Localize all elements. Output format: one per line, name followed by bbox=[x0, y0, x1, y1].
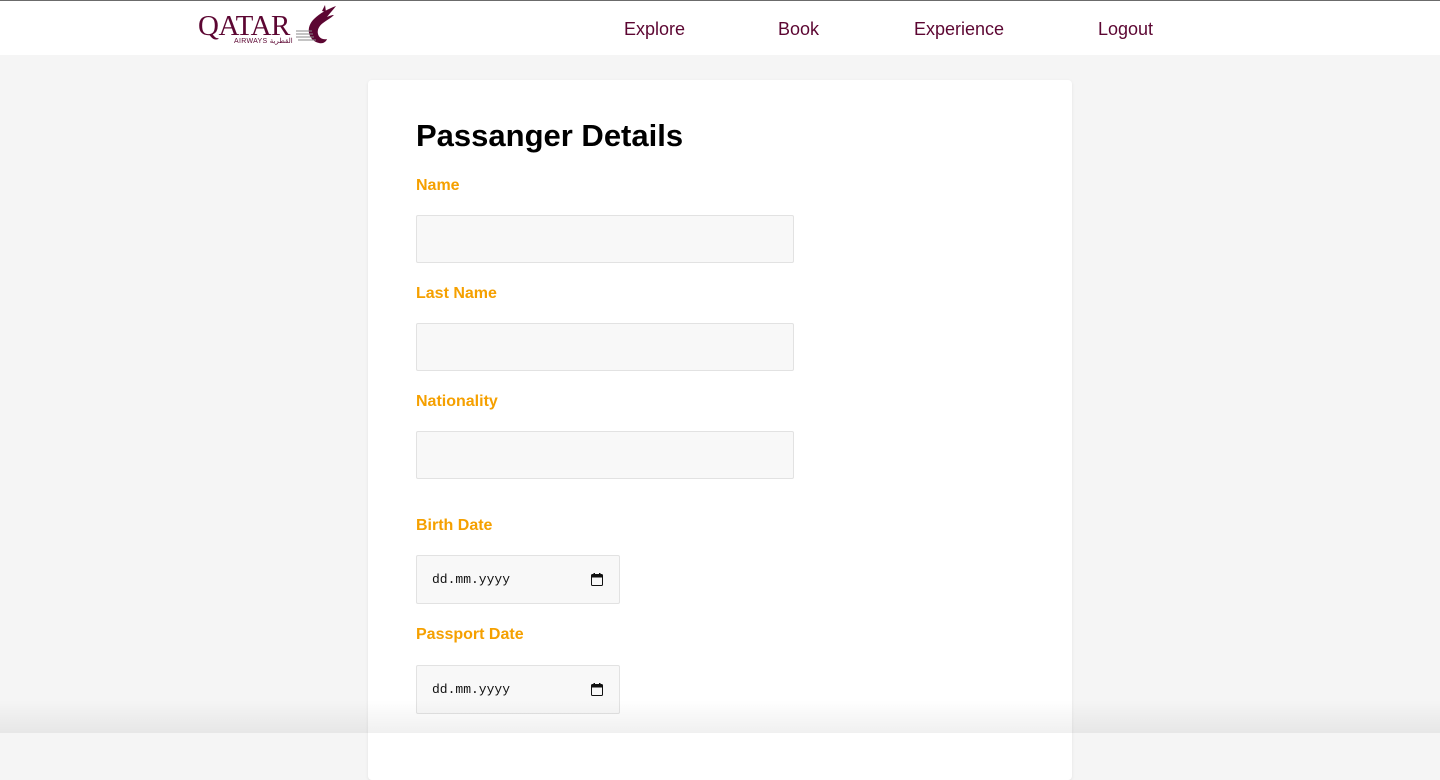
last-name-input[interactable] bbox=[416, 323, 794, 371]
logo-wordmark: QATAR bbox=[198, 10, 290, 42]
passenger-details-card: Passanger Details Name Last Name Nationa… bbox=[368, 80, 1072, 780]
name-label: Name bbox=[416, 177, 460, 194]
birth-date-placeholder: dd.mm.yyyy bbox=[432, 572, 511, 587]
birth-date-label: Birth Date bbox=[416, 517, 493, 534]
passport-date-label: Passport Date bbox=[416, 626, 524, 643]
oryx-logo-icon bbox=[296, 5, 336, 44]
nationality-input[interactable] bbox=[416, 431, 794, 479]
last-name-label: Last Name bbox=[416, 285, 497, 302]
calendar-icon[interactable] bbox=[591, 573, 603, 586]
top-navbar: QATAR AIRWAYS القطرية Explore Book Exper… bbox=[0, 0, 1440, 55]
logo-subtext: AIRWAYS القطرية bbox=[234, 38, 293, 45]
calendar-icon[interactable] bbox=[591, 683, 603, 696]
nav-book-link[interactable]: Book bbox=[778, 18, 819, 40]
nav-logout-link[interactable]: Logout bbox=[1098, 18, 1153, 40]
birth-date-input[interactable]: dd.mm.yyyy bbox=[416, 555, 620, 604]
qatar-airways-logo[interactable]: QATAR AIRWAYS القطرية bbox=[196, 5, 342, 49]
page-title: Passanger Details bbox=[416, 118, 684, 153]
name-input[interactable] bbox=[416, 215, 794, 263]
nav-explore-link[interactable]: Explore bbox=[624, 18, 685, 40]
nav-experience-link[interactable]: Experience bbox=[914, 18, 1004, 40]
nationality-label: Nationality bbox=[416, 393, 498, 410]
passport-date-placeholder: dd.mm.yyyy bbox=[432, 682, 511, 697]
passport-date-input[interactable]: dd.mm.yyyy bbox=[416, 665, 620, 714]
